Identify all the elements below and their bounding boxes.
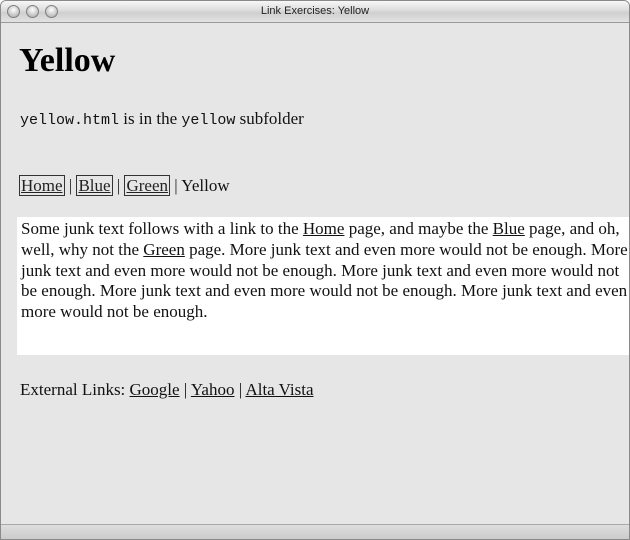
nav-separator: | bbox=[174, 176, 178, 195]
site-nav: Home | Blue | Green | Yellow bbox=[19, 175, 230, 196]
inline-link-home[interactable]: Home bbox=[303, 219, 345, 238]
nav-link-home[interactable]: Home bbox=[19, 175, 65, 196]
external-separator: | bbox=[238, 380, 243, 399]
external-links-label: External Links: bbox=[20, 380, 130, 399]
window-title: Link Exercises: Yellow bbox=[260, 5, 370, 17]
external-link-google[interactable]: Google bbox=[130, 380, 180, 399]
browser-window: Link Exercises: Yellow Yellow yellow.htm… bbox=[0, 0, 630, 540]
filename-code: yellow.html bbox=[20, 112, 120, 129]
folder-code: yellow bbox=[181, 112, 236, 129]
inline-link-blue[interactable]: Blue bbox=[493, 219, 525, 238]
title-bar[interactable]: Link Exercises: Yellow bbox=[1, 1, 629, 23]
external-link-yahoo[interactable]: Yahoo bbox=[191, 380, 235, 399]
external-links: External Links: Google | Yahoo | Alta Vi… bbox=[20, 380, 314, 400]
subfolder-note: yellow.html is in the yellow subfolder bbox=[20, 109, 304, 129]
nav-current-page: Yellow bbox=[181, 176, 230, 195]
page-heading: Yellow bbox=[19, 42, 116, 79]
nav-link-green[interactable]: Green bbox=[124, 175, 170, 196]
external-link-altavista[interactable]: Alta Vista bbox=[245, 380, 313, 399]
status-bar bbox=[1, 524, 629, 539]
junk-text-2: page, and maybe the bbox=[344, 219, 493, 238]
subfolder-text-2: subfolder bbox=[235, 109, 304, 128]
nav-separator: | bbox=[68, 176, 73, 195]
nav-separator: | bbox=[116, 176, 121, 195]
junk-text-1: Some junk text follows with a link to th… bbox=[21, 219, 303, 238]
inline-link-green[interactable]: Green bbox=[143, 240, 185, 259]
external-separator: | bbox=[183, 380, 188, 399]
junk-paragraph: Some junk text follows with a link to th… bbox=[17, 217, 629, 355]
subfolder-text-1: is in the bbox=[119, 109, 182, 128]
nav-link-blue[interactable]: Blue bbox=[76, 175, 113, 196]
